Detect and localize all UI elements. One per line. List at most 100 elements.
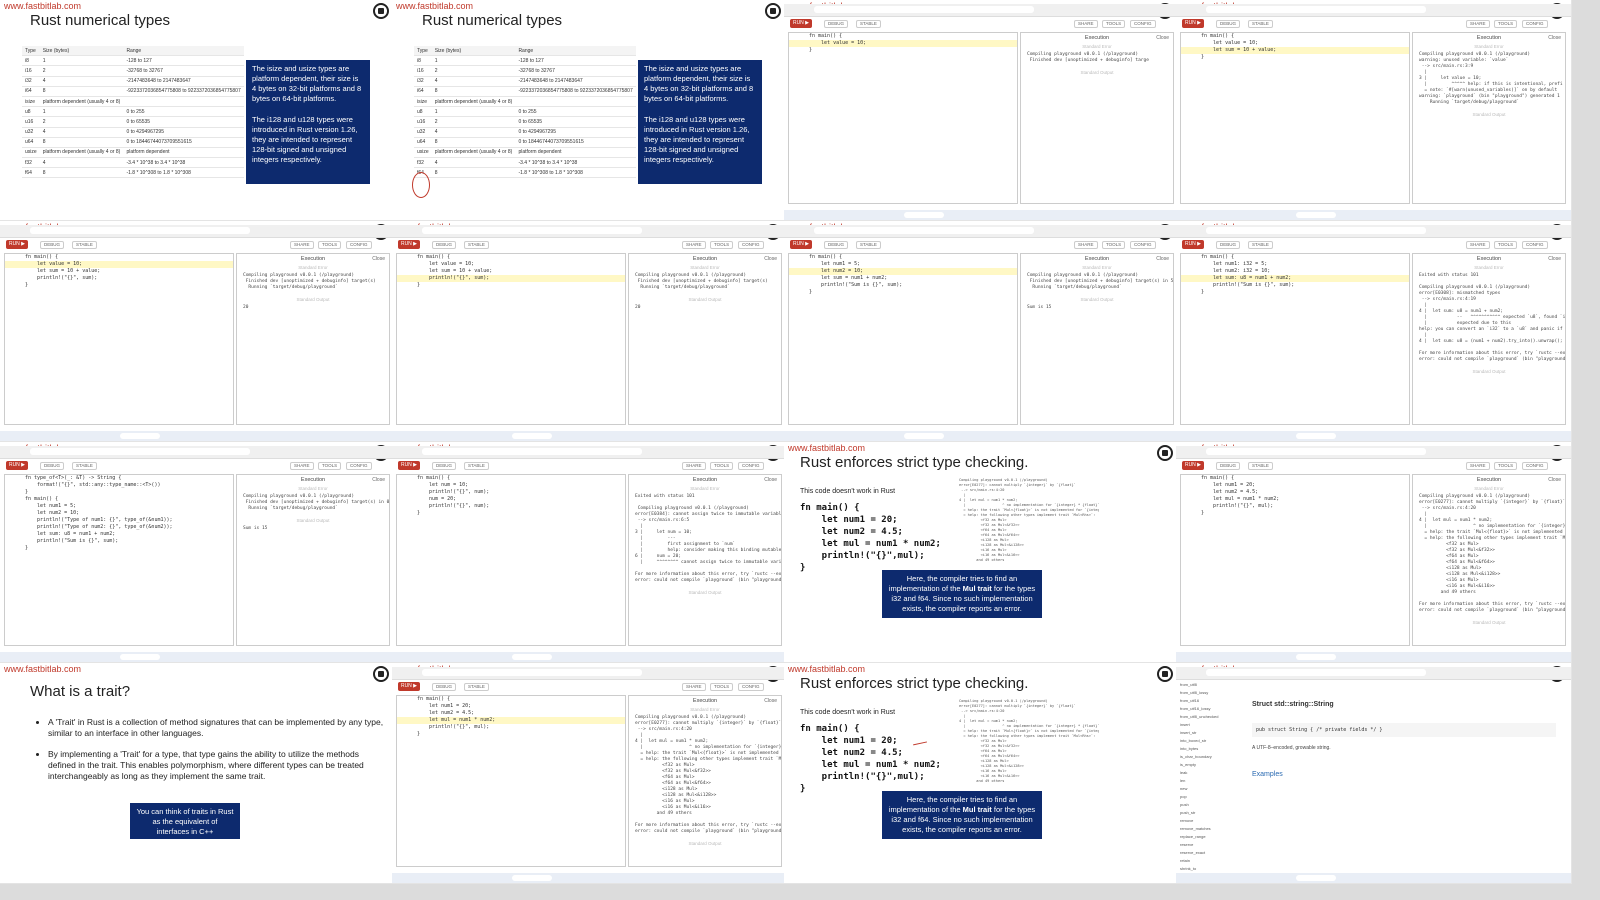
code-editor[interactable]: fn main() { let value = 10; let sum = 10… [4,253,234,425]
sidebar-link[interactable]: from_utf16 [1180,697,1236,705]
taskbar-search[interactable] [1296,433,1336,439]
run-button[interactable]: RUN ▶ [398,240,420,249]
toolbar-button-config[interactable]: CONFIG [738,683,764,691]
sidebar-link[interactable]: is_char_boundary [1180,753,1236,761]
run-button[interactable]: RUN ▶ [398,461,420,470]
code-editor[interactable]: fn main() { let num1 = 5; let num2 = 10;… [788,253,1018,425]
sidebar-link[interactable]: into_boxed_str [1180,737,1236,745]
sidebar-link[interactable]: reserve_exact [1180,849,1236,857]
taskbar-search[interactable] [120,654,160,660]
toolbar-button-config[interactable]: CONFIG [1130,241,1156,249]
video-tile-9[interactable]: www.fastbitlab.comRUN ▶DEBUGSTABLESHARET… [0,442,396,663]
toolbar-button-tools[interactable]: TOOLS [1494,241,1518,249]
toolbar-button-stable[interactable]: STABLE [464,462,489,470]
toolbar-button-config[interactable]: CONFIG [346,462,372,470]
toolbar-button-stable[interactable]: STABLE [856,20,881,28]
run-button[interactable]: RUN ▶ [1182,461,1204,470]
toolbar-button-config[interactable]: CONFIG [738,462,764,470]
video-tile-12[interactable]: www.fastbitlab.comRUN ▶DEBUGSTABLESHARET… [1176,442,1572,663]
toolbar-button-stable[interactable]: STABLE [1248,241,1273,249]
taskbar-search[interactable] [1296,875,1336,881]
video-tile-4[interactable]: www.fastbitlab.comRUN ▶DEBUGSTABLESHARET… [1176,0,1572,221]
sidebar-link[interactable]: into_bytes [1180,745,1236,753]
video-tile-1[interactable]: www.fastbitlab.com Rust numerical types Ty… [0,0,396,221]
toolbar-button-debug[interactable]: DEBUG [1216,241,1241,249]
toolbar-button-tools[interactable]: TOOLS [710,683,734,691]
code-editor[interactable]: fn main() { let num1: i32 = 5; let num2:… [1180,253,1410,425]
sidebar-link[interactable]: from_utf8_unchecked [1180,713,1236,721]
toolbar-button-share[interactable]: SHARE [1466,241,1490,249]
run-button[interactable]: RUN ▶ [1182,19,1204,28]
close-button[interactable]: Close [1548,477,1561,483]
taskbar-search[interactable] [1296,212,1336,218]
taskbar-search[interactable] [1296,654,1336,660]
close-button[interactable]: Close [764,477,777,483]
address-bar[interactable] [30,448,250,455]
sidebar-link[interactable]: insert_str [1180,729,1236,737]
video-tile-2[interactable]: www.fastbitlab.com Rust numerical types Ty… [392,0,788,221]
toolbar-button-tools[interactable]: TOOLS [318,241,342,249]
toolbar-button-stable[interactable]: STABLE [1248,20,1273,28]
taskbar-search[interactable] [120,433,160,439]
video-tile-13[interactable]: www.fastbitlab.com What is a trait? A 'Tra… [0,663,396,884]
address-bar[interactable] [814,227,1034,234]
taskbar-search[interactable] [512,875,552,881]
sidebar-link[interactable]: remove_matches [1180,825,1236,833]
toolbar-button-stable[interactable]: STABLE [856,241,881,249]
video-tile-3[interactable]: www.fastbitlab.comRUN ▶DEBUGSTABLESHARET… [784,0,1180,221]
run-button[interactable]: RUN ▶ [790,240,812,249]
sidebar-link[interactable]: remove [1180,817,1236,825]
sidebar-link[interactable]: push_str [1180,809,1236,817]
toolbar-button-tools[interactable]: TOOLS [1102,241,1126,249]
sidebar-link[interactable]: shrink_to [1180,865,1236,873]
toolbar-button-stable[interactable]: STABLE [72,241,97,249]
code-editor[interactable]: fn type_of<T>(_: &T) -> String { format!… [4,474,234,646]
code-editor[interactable]: fn main() { let num = 10; println!("{}",… [396,474,626,646]
run-button[interactable]: RUN ▶ [398,682,420,691]
run-button[interactable]: RUN ▶ [6,461,28,470]
toolbar-button-debug[interactable]: DEBUG [1216,20,1241,28]
close-button[interactable]: Close [764,256,777,262]
sidebar-link[interactable]: pop [1180,793,1236,801]
toolbar-button-config[interactable]: CONFIG [1522,462,1548,470]
video-tile-16[interactable]: www.fastbitlab.comfrom_utf8from_utf8_los… [1176,663,1572,884]
close-button[interactable]: Close [1156,256,1169,262]
close-button[interactable]: Close [1548,256,1561,262]
taskbar-search[interactable] [512,433,552,439]
code-editor[interactable]: fn main() { let value = 10;} [788,32,1018,204]
toolbar-button-config[interactable]: CONFIG [346,241,372,249]
video-tile-8[interactable]: www.fastbitlab.comRUN ▶DEBUGSTABLESHARET… [1176,221,1572,442]
toolbar-button-debug[interactable]: DEBUG [432,462,457,470]
sidebar-link[interactable]: from_utf8_lossy [1180,689,1236,697]
code-editor[interactable]: fn main() { let num1 = 20; let num2 = 4.… [396,695,626,867]
address-bar[interactable] [422,227,642,234]
toolbar-button-share[interactable]: SHARE [1466,20,1490,28]
sidebar-link[interactable]: replace_range [1180,833,1236,841]
sidebar-link[interactable]: insert [1180,721,1236,729]
toolbar-button-config[interactable]: CONFIG [1522,241,1548,249]
close-button[interactable]: Close [372,256,385,262]
video-tile-6[interactable]: www.fastbitlab.comRUN ▶DEBUGSTABLESHARET… [392,221,788,442]
close-button[interactable]: Close [1548,35,1561,41]
address-bar[interactable] [814,6,1034,13]
toolbar-button-share[interactable]: SHARE [682,683,706,691]
code-editor[interactable]: fn main() { let num1 = 20; let num2 = 4.… [1180,474,1410,646]
toolbar-button-tools[interactable]: TOOLS [1494,462,1518,470]
toolbar-button-share[interactable]: SHARE [1466,462,1490,470]
toolbar-button-tools[interactable]: TOOLS [710,462,734,470]
close-button[interactable]: Close [372,477,385,483]
address-bar[interactable] [1206,669,1426,676]
toolbar-button-debug[interactable]: DEBUG [432,683,457,691]
sidebar-link[interactable]: retain [1180,857,1236,865]
toolbar-button-config[interactable]: CONFIG [1522,20,1548,28]
toolbar-button-tools[interactable]: TOOLS [1494,20,1518,28]
address-bar[interactable] [422,448,642,455]
run-button[interactable]: RUN ▶ [1182,240,1204,249]
sidebar-link[interactable]: len [1180,777,1236,785]
toolbar-button-stable[interactable]: STABLE [1248,462,1273,470]
taskbar-search[interactable] [904,212,944,218]
run-button[interactable]: RUN ▶ [790,19,812,28]
toolbar-button-stable[interactable]: STABLE [464,241,489,249]
sidebar-link[interactable]: push [1180,801,1236,809]
toolbar-button-share[interactable]: SHARE [1074,241,1098,249]
